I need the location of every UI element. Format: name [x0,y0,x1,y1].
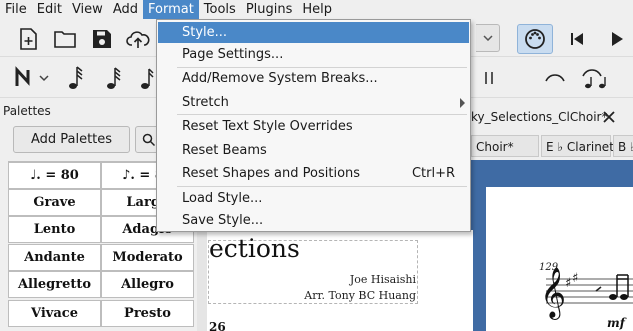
duration-16th-button[interactable] [137,64,157,92]
sixty-fourth-note-icon [69,66,83,89]
menu-separator [177,186,467,187]
menu-item-page-settings[interactable]: Page Settings... [158,44,469,65]
tempo-cell[interactable]: Allegro [101,271,194,298]
add-palettes-button[interactable]: Add Palettes [13,126,130,153]
score-tab-bar: ky_Selections_ClChoir* [471,104,633,130]
search-icon [142,133,156,147]
shortcut-label: Ctrl+R [411,166,455,181]
menu-item-label: Reset Text Style Overrides [182,119,353,134]
open-button[interactable] [51,25,79,53]
tempo-cell[interactable]: Vivace [8,300,101,327]
submenu-arrow-icon [460,98,465,108]
save-button[interactable] [88,25,116,53]
play-button[interactable] [603,25,631,53]
menu-item-label: Reset Beams [182,143,267,158]
menu-item-save-style[interactable]: Save Style... [158,210,469,231]
treble-clef-icon: 𝄞 [540,267,566,320]
rewind-button[interactable] [563,25,591,53]
tempo-cell[interactable]: Allegretto [8,271,101,298]
toolbar-tie-button[interactable] [540,64,570,92]
cloud-upload-button[interactable] [124,25,152,53]
save-icon [93,30,111,48]
menu-item-reset-shapes[interactable]: Reset Shapes and Positions Ctrl+R [158,163,469,184]
menu-format[interactable]: Format [142,0,199,19]
menu-item-label: Load Style... [182,191,263,206]
menu-item-reset-text-style[interactable]: Reset Text Style Overrides [158,116,469,137]
note-input-icon [15,66,49,86]
cloud-upload-icon [126,31,150,48]
slur-icon [582,69,606,89]
measure-number: 26 [209,320,226,331]
composer-text[interactable]: Joe Hisaishi [350,273,416,286]
tempo-cell[interactable]: Moderato [101,244,194,271]
flip-direction-icon [485,72,493,84]
part-tab-bar: Choir* E ♭ Clarinet B ♭ [471,135,633,157]
tie-icon [545,74,565,82]
tempo-cell[interactable]: Lento [8,216,101,243]
new-file-icon [20,28,37,50]
part-tab-choir[interactable]: Choir* [471,135,539,157]
sixteenth-note-icon [141,68,154,89]
menu-separator [177,114,467,115]
zoom-combo-arrow[interactable] [476,24,500,52]
tempo-cell[interactable]: Grave [8,189,101,216]
menu-item-label: Reset Shapes and Positions [182,166,361,181]
menu-item-label: Style... [182,25,228,40]
score-page-part[interactable]: 𝄞 ♯ ♯ [486,187,633,331]
menu-item-label: Stretch [182,95,229,110]
menu-item-load-style[interactable]: Load Style... [158,188,469,209]
folder-icon [54,31,76,48]
sharp-icon: ♯ [572,271,578,286]
note-input-mode-button[interactable] [12,64,52,92]
menu-help[interactable]: Help [297,0,337,19]
part-tab-bb[interactable]: B ♭ [613,135,633,157]
menu-item-label: Add/Remove System Breaks... [182,71,378,86]
tempo-cell[interactable]: Andante [8,244,101,271]
toolbar-slur-button[interactable] [578,64,612,92]
chevron-down-icon [482,35,493,41]
measure-number: 129 [539,262,559,273]
tempo-cell[interactable]: ♩. = 80 [8,162,101,189]
thirty-second-note-icon [107,67,121,89]
toolbar-flip-button[interactable] [477,64,507,92]
rewind-icon [571,33,583,45]
menu-bar: File Edit View Add Format Tools Plugins … [0,0,633,19]
menu-item-system-breaks[interactable]: Add/Remove System Breaks... [158,68,469,89]
menu-plugins[interactable]: Plugins [241,0,298,19]
duration-32nd-button[interactable] [100,64,128,92]
staff-excerpt: 𝄞 ♯ ♯ [540,267,633,320]
menu-item-style[interactable]: Style... [158,22,469,43]
menu-item-reset-beams[interactable]: Reset Beams [158,140,469,161]
menu-tools[interactable]: Tools [199,0,241,19]
palettes-panel-title: Palettes [3,104,51,118]
format-dropdown-menu: Style... Page Settings... Add/Remove Sys… [156,19,471,232]
menu-edit[interactable]: Edit [32,0,67,19]
midi-icon [525,29,545,49]
close-tab-icon[interactable] [602,110,616,124]
duration-64th-button[interactable] [62,64,90,92]
menu-item-label: Save Style... [182,213,264,228]
tempo-cell[interactable]: Presto [101,300,194,327]
menu-add[interactable]: Add [108,0,143,19]
menu-file[interactable]: File [0,0,32,19]
menu-view[interactable]: View [67,0,108,19]
dynamic-marking[interactable]: mf [607,316,625,330]
new-score-button[interactable] [14,25,42,53]
sharp-icon: ♯ [565,276,571,291]
part-tab-eb-clarinet[interactable]: E ♭ Clarinet [541,135,614,157]
midi-input-toggle[interactable] [517,24,553,54]
menu-item-label: Page Settings... [182,47,284,62]
score-tab[interactable]: ky_Selections_ClChoir* [471,104,607,130]
arranger-text[interactable]: Arr. Tony BC Huang [304,289,416,302]
score-title[interactable]: ections [209,234,300,263]
play-icon [612,32,623,46]
menu-item-stretch[interactable]: Stretch [158,92,469,113]
